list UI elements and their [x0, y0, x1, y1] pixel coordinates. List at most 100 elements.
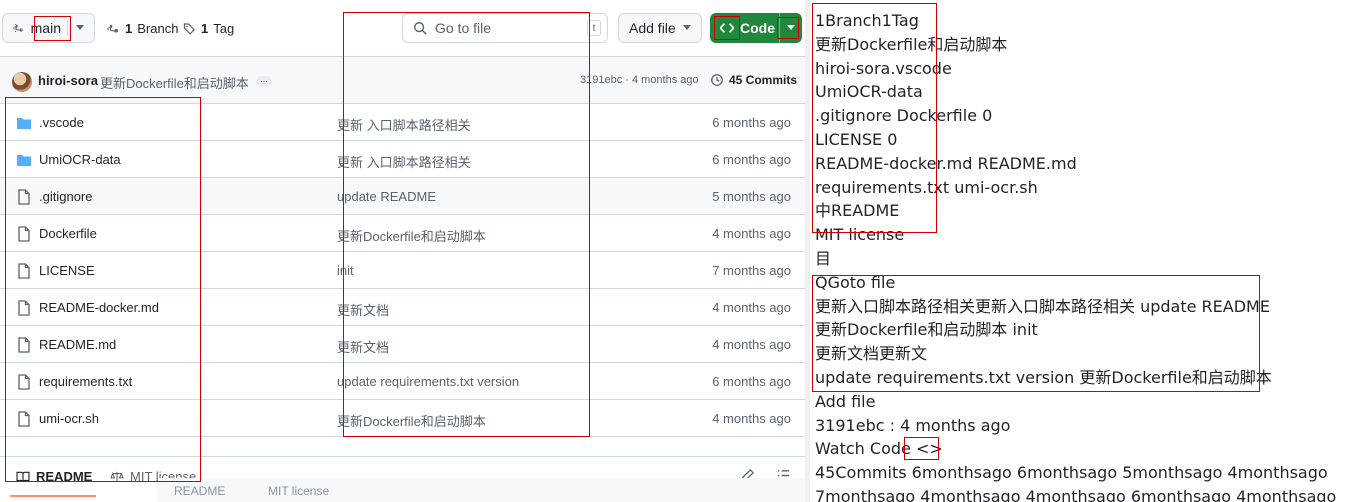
- underlying-readme-label: README: [174, 484, 226, 498]
- folder-icon: [17, 155, 31, 166]
- file-name[interactable]: requirements.txt: [39, 374, 132, 389]
- tag-label: Tag: [213, 20, 235, 36]
- file-age: 6 months ago: [712, 152, 791, 167]
- file-name[interactable]: UmiOCR-data: [39, 152, 121, 167]
- tab-readme-label: README: [36, 469, 93, 484]
- file-name[interactable]: umi-ocr.sh: [39, 411, 99, 426]
- ocr-line: 更新文档更新文: [815, 344, 928, 364]
- table-row[interactable]: requirements.txt update requirements.txt…: [0, 363, 805, 400]
- file-age: 4 months ago: [712, 411, 791, 426]
- ocr-line: 45Commits 6monthsago 6monthsago 5monthsa…: [815, 463, 1328, 483]
- file-name[interactable]: README-docker.md: [39, 300, 159, 315]
- ocr-line: LICENSE 0: [815, 129, 898, 149]
- file-commit-message[interactable]: 更新文档: [337, 300, 389, 319]
- ocr-result-panel: 1Branch1Tag 更新Dockerfile和启动脚本 hiroi-sora…: [810, 0, 1347, 502]
- table-row[interactable]: umi-ocr.sh 更新Dockerfile和启动脚本 4 months ag…: [0, 400, 805, 437]
- underlying-license-label: MIT license: [268, 484, 330, 498]
- git-branch-icon: [107, 24, 118, 33]
- keyboard-shortcut-hint: t: [587, 20, 601, 36]
- file-commit-message[interactable]: update README: [337, 189, 436, 204]
- code-icon: [720, 23, 734, 33]
- table-row[interactable]: .gitignore update README 5 months ago: [0, 178, 805, 215]
- code-button-main[interactable]: Code: [710, 13, 780, 43]
- ocr-line: 中README: [815, 201, 900, 221]
- tags-link[interactable]: 1 Tag: [183, 13, 234, 43]
- branch-count: 1: [125, 20, 133, 36]
- ocr-line: 更新Dockerfile和启动脚本: [815, 34, 1008, 54]
- file-age: 4 months ago: [712, 337, 791, 352]
- table-row[interactable]: .vscode 更新 入口脚本路径相关 6 months ago: [0, 104, 805, 141]
- table-row[interactable]: UmiOCR-data 更新 入口脚本路径相关 6 months ago: [0, 141, 805, 178]
- file-commit-message[interactable]: update requirements.txt version: [337, 374, 519, 389]
- branches-link[interactable]: 1 Branch: [107, 13, 178, 43]
- add-file-label: Add file: [629, 20, 676, 36]
- ocr-line: Watch Code <>: [815, 439, 943, 459]
- code-label: Code: [740, 20, 775, 36]
- file-icon: [18, 411, 30, 427]
- file-list: .vscode 更新 入口脚本路径相关 6 months ago UmiOCR-…: [0, 104, 805, 437]
- underlying-page-strip: README MIT license: [158, 478, 805, 502]
- file-name[interactable]: .vscode: [39, 115, 84, 130]
- branch-select-button[interactable]: main: [2, 13, 95, 43]
- file-age: 5 months ago: [712, 189, 791, 204]
- commit-message[interactable]: 更新Dockerfile和启动脚本: [100, 73, 249, 92]
- ocr-line: README-docker.md README.md: [815, 153, 1077, 173]
- avatar[interactable]: [12, 72, 32, 92]
- file-name[interactable]: README.md: [39, 337, 116, 352]
- folder-icon: [17, 118, 31, 129]
- search-icon: [414, 22, 427, 35]
- ocr-line: MIT license: [815, 225, 905, 245]
- file-age: 7 months ago: [712, 263, 791, 278]
- history-icon: [711, 74, 723, 86]
- file-commit-message[interactable]: 更新Dockerfile和启动脚本: [337, 411, 486, 430]
- commits-count-label: 45 Commits: [729, 73, 798, 87]
- ocr-line: .gitignore Dockerfile 0: [815, 106, 993, 126]
- code-button[interactable]: Code: [710, 13, 802, 43]
- commit-author[interactable]: hiroi-sora: [38, 73, 98, 88]
- ocr-text-lines: 1Branch1Tag 更新Dockerfile和启动脚本 hiroi-sora…: [815, 9, 1336, 502]
- ocr-line: hiroi-sora.vscode: [815, 58, 952, 78]
- go-to-file-input[interactable]: Go to file t: [402, 13, 608, 43]
- table-row[interactable]: README.md 更新文档 4 months ago: [0, 326, 805, 363]
- tag-count: 1: [201, 20, 209, 36]
- branch-label: Branch: [137, 20, 179, 36]
- ocr-line: Add file: [815, 391, 876, 411]
- repo-toolbar: main 1 Branch 1 Tag Go to file t Add fil…: [0, 0, 805, 56]
- ocr-line: 1Branch1Tag: [815, 11, 919, 30]
- search-placeholder: Go to file: [435, 20, 492, 36]
- commit-hash-time[interactable]: 3191ebc · 4 months ago: [580, 74, 699, 86]
- chevron-down-icon: [683, 25, 691, 30]
- tab-readme[interactable]: README: [16, 469, 92, 484]
- file-name[interactable]: LICENSE: [39, 263, 95, 278]
- file-commit-message[interactable]: 更新文档: [337, 337, 389, 356]
- code-dropdown-toggle[interactable]: [780, 13, 802, 43]
- commits-link[interactable]: 45 Commits: [710, 73, 797, 87]
- file-icon: [18, 374, 30, 390]
- ocr-line: 更新入口脚本路径相关更新入口脚本路径相关 update README: [815, 296, 1270, 316]
- file-commit-message[interactable]: init: [337, 263, 354, 278]
- ocr-line: 目: [815, 248, 832, 268]
- tag-icon: [183, 22, 196, 35]
- file-name[interactable]: .gitignore: [39, 189, 92, 204]
- ocr-line: UmiOCR-data: [815, 82, 923, 102]
- ocr-line: 7monthsago 4monthsago 4monthsago 6months…: [815, 486, 1337, 502]
- expand-commit-button[interactable]: ...: [257, 75, 271, 86]
- file-commit-message[interactable]: 更新 入口脚本路径相关: [337, 115, 471, 134]
- git-branch-icon: [13, 23, 23, 33]
- latest-commit-bar: hiroi-sora 更新Dockerfile和启动脚本 ... 3191ebc…: [0, 56, 805, 104]
- table-row[interactable]: README-docker.md 更新文档 4 months ago: [0, 289, 805, 326]
- ocr-line: requirements.txt umi-ocr.sh: [815, 177, 1038, 197]
- file-icon: [18, 300, 30, 316]
- table-row[interactable]: LICENSE init 7 months ago: [0, 252, 805, 289]
- file-age: 4 months ago: [712, 226, 791, 241]
- add-file-button[interactable]: Add file: [618, 13, 702, 43]
- file-commit-message[interactable]: 更新 入口脚本路径相关: [337, 152, 471, 171]
- ocr-line: update requirements.txt version 更新Docker…: [815, 367, 1272, 387]
- chevron-down-icon: [67, 20, 84, 36]
- branch-name: main: [30, 20, 61, 36]
- law-icon: [110, 471, 124, 482]
- file-icon: [18, 189, 30, 205]
- table-row[interactable]: Dockerfile 更新Dockerfile和启动脚本 4 months ag…: [0, 215, 805, 252]
- file-commit-message[interactable]: 更新Dockerfile和启动脚本: [337, 226, 486, 245]
- file-name[interactable]: Dockerfile: [39, 226, 97, 241]
